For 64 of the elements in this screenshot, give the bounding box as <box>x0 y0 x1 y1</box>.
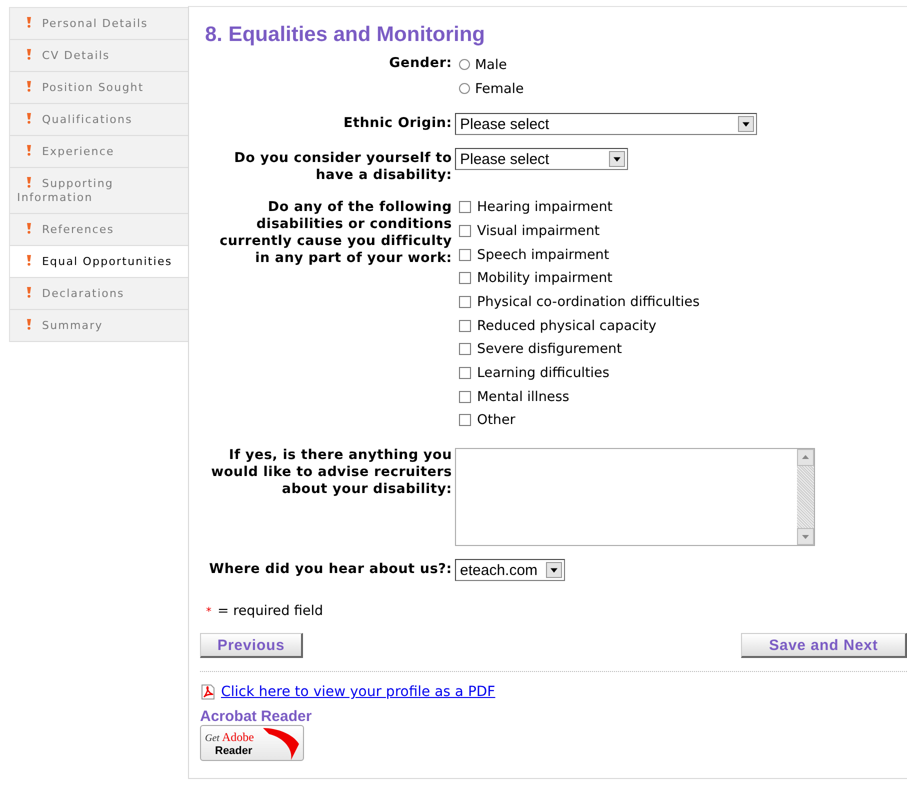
checkbox-label: Other <box>477 412 516 428</box>
sidebar-item[interactable]: Personal Details <box>10 8 188 40</box>
exclamation-icon <box>26 49 32 60</box>
radio-label: Male <box>475 56 507 73</box>
sidebar-item[interactable]: Supporting Information <box>10 168 188 214</box>
sidebar-item[interactable]: Qualifications <box>10 104 188 136</box>
exclamation-icon <box>26 177 32 188</box>
exclamation-icon <box>26 145 32 156</box>
checkbox-label: Mental illness <box>477 388 570 405</box>
previous-button[interactable]: Previous <box>200 633 303 658</box>
radio-button[interactable] <box>459 83 470 94</box>
section-title: 8. Equalities and Monitoring <box>205 23 486 47</box>
checkbox-label: Learning difficulties <box>477 365 610 382</box>
exclamation-icon <box>26 255 32 266</box>
required-mark: * <box>206 604 212 618</box>
sidebar-item[interactable]: Declarations <box>10 278 188 310</box>
dropdown-field[interactable]: Please select <box>455 113 757 136</box>
checkbox-label: Severe disfigurement <box>477 341 622 358</box>
field-label: Gender: <box>388 54 453 73</box>
scroll-down-icon[interactable] <box>797 528 814 546</box>
dropdown-field[interactable]: eteach.com <box>455 559 565 582</box>
exclamation-icon <box>26 319 32 330</box>
sidebar-item[interactable]: CV Details <box>10 40 188 72</box>
pdf-icon <box>200 684 216 700</box>
sidebar-item[interactable]: Position Sought <box>10 72 188 104</box>
get-reader-badge[interactable]: Get Adobe Reader <box>200 725 304 762</box>
checkbox-label: Mobility impairment <box>477 270 612 286</box>
exclamation-icon <box>26 113 32 124</box>
sidebar-item[interactable]: References <box>10 214 188 246</box>
scroll-up-icon[interactable] <box>797 449 814 466</box>
checkbox[interactable] <box>459 320 471 332</box>
exclamation-icon <box>26 17 32 28</box>
radio-label: Female <box>475 80 524 97</box>
checkbox[interactable] <box>459 343 471 356</box>
field-label: Ethnic Origin: <box>342 114 453 134</box>
dropdown-field[interactable]: Please select <box>455 148 628 170</box>
sidebar-item[interactable]: Experience <box>10 136 188 168</box>
checkbox-label: Speech impairment <box>477 246 610 263</box>
field-label: Where did you hear about us?: <box>208 560 453 580</box>
checkbox[interactable] <box>459 414 471 426</box>
save-and-next-button[interactable]: Save and Next <box>741 633 907 658</box>
checkbox[interactable] <box>459 201 471 214</box>
exclamation-icon <box>26 81 32 92</box>
field-label: Do any of the following disabilities or conditions currently cause you difficulty in any part of your work: <box>218 198 453 268</box>
text-area[interactable] <box>455 448 815 546</box>
pdf-link[interactable]: Click here to view your profile as a PDF <box>221 684 496 700</box>
checkbox[interactable] <box>459 248 471 261</box>
checkbox-label: Hearing impairment <box>477 199 613 216</box>
required-note: = required field <box>218 603 324 620</box>
exclamation-icon <box>26 287 32 298</box>
field-label: Do you consider yourself to have a disability: <box>233 149 453 184</box>
checkbox-label: Physical co-ordination difficulties <box>477 294 700 310</box>
field-label: If yes, is there anything you would like to advise recruiters about your disability: <box>210 446 453 500</box>
radio-button[interactable] <box>459 59 470 70</box>
sidebar-item[interactable]: Summary <box>10 310 188 342</box>
acrobat-heading: Acrobat Reader <box>200 708 313 726</box>
checkbox-label: Visual impairment <box>477 222 600 239</box>
checkbox[interactable] <box>459 367 471 380</box>
checkbox[interactable] <box>459 224 471 237</box>
checkbox-label: Reduced physical capacity <box>477 318 656 334</box>
exclamation-icon <box>26 223 32 234</box>
checkbox[interactable] <box>459 296 471 308</box>
checkbox[interactable] <box>459 272 471 284</box>
checkbox[interactable] <box>459 390 471 403</box>
